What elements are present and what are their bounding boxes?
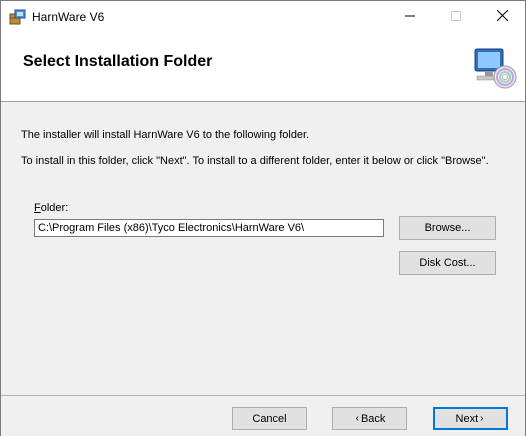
computer-with-disc-icon bbox=[471, 45, 517, 91]
back-button-label: Back bbox=[360, 412, 386, 425]
button-bar: Cancel ‹ Back Next › bbox=[1, 395, 525, 436]
install-instructions-text: To install in this folder, click "Next".… bbox=[21, 155, 489, 167]
header-banner: Select Installation Folder bbox=[1, 33, 525, 102]
browse-button[interactable]: Browse... bbox=[399, 216, 496, 240]
installer-package-icon bbox=[9, 9, 27, 25]
close-button[interactable] bbox=[479, 1, 525, 33]
browse-button-label: Browse... bbox=[424, 222, 471, 234]
next-button-label: Next bbox=[455, 412, 479, 425]
close-icon bbox=[496, 9, 508, 24]
install-info-text: The installer will install HarnWare V6 t… bbox=[21, 129, 310, 141]
minimize-button[interactable] bbox=[387, 1, 433, 33]
disk-cost-button[interactable]: Disk Cost... bbox=[399, 251, 496, 275]
back-button[interactable]: ‹ Back bbox=[332, 407, 407, 430]
installer-window: HarnWare V6 Select Installation Folder T… bbox=[0, 0, 526, 436]
maximize-icon bbox=[451, 10, 461, 24]
content-panel: The installer will install HarnWare V6 t… bbox=[1, 102, 525, 395]
maximize-button[interactable] bbox=[433, 1, 479, 33]
cancel-button-label: Cancel bbox=[252, 412, 287, 425]
folder-path-input[interactable] bbox=[34, 219, 384, 237]
chevron-right-icon: › bbox=[480, 413, 484, 424]
folder-label: Folder: bbox=[34, 202, 68, 214]
title-bar[interactable]: HarnWare V6 bbox=[1, 1, 525, 33]
chevron-left-icon: ‹ bbox=[355, 413, 359, 424]
disk-cost-button-label: Disk Cost... bbox=[419, 257, 476, 269]
folder-label-mnemonic: F bbox=[34, 202, 41, 214]
minimize-icon bbox=[405, 11, 415, 24]
cancel-button[interactable]: Cancel bbox=[232, 407, 307, 430]
next-button[interactable]: Next › bbox=[433, 407, 508, 430]
page-title: Select Installation Folder bbox=[23, 53, 213, 70]
window-title: HarnWare V6 bbox=[32, 10, 105, 24]
folder-label-text: older: bbox=[40, 202, 69, 214]
